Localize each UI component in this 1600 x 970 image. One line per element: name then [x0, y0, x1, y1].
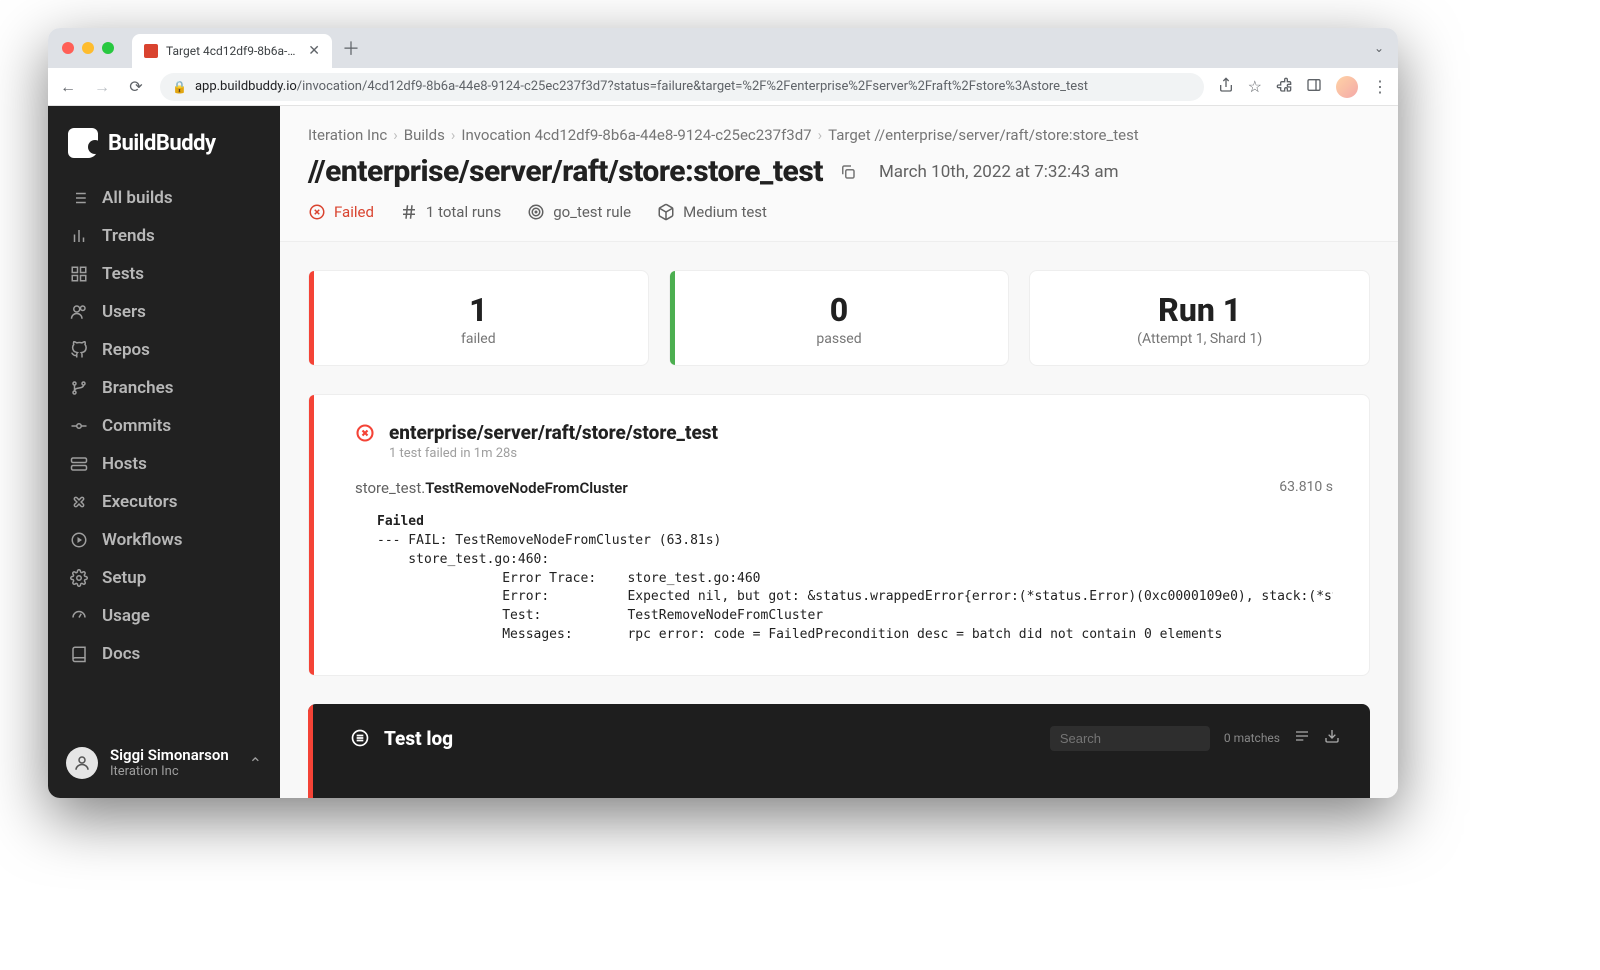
- size-meta: Medium test: [657, 203, 767, 221]
- user-org: Iteration Inc: [110, 764, 229, 780]
- download-icon[interactable]: [1324, 728, 1340, 748]
- test-duration: 63.810 s: [1279, 479, 1333, 497]
- wrap-icon[interactable]: [1294, 728, 1310, 748]
- menu-icon[interactable]: ⋮: [1372, 77, 1388, 96]
- browser-tab[interactable]: Target 4cd12df9-8b6a-44e8-… ✕: [132, 34, 332, 68]
- lock-icon: 🔒: [172, 80, 187, 94]
- browser-window: Target 4cd12df9-8b6a-44e8-… ✕ ＋ ⌄ ← → ⟳ …: [48, 28, 1398, 798]
- sidebar-item-repos[interactable]: Repos: [58, 332, 270, 368]
- target-icon: [527, 203, 545, 221]
- tab-favicon: [144, 44, 158, 58]
- hash-icon: [400, 203, 418, 221]
- logo[interactable]: BuildBuddy: [48, 106, 280, 176]
- sidebar-item-executors[interactable]: Executors: [58, 484, 270, 520]
- fail-subtitle: 1 test failed in 1m 28s: [389, 446, 718, 461]
- page-title: //enterprise/server/raft/store:store_tes…: [308, 154, 823, 189]
- traffic-lights: [62, 42, 114, 54]
- copy-icon[interactable]: [839, 163, 857, 181]
- sidebar-item-commits[interactable]: Commits: [58, 408, 270, 444]
- share-icon[interactable]: [1218, 77, 1234, 97]
- log-lines: 2022/03/10 15:32:40.455 INFgossip.go:100…: [350, 765, 1340, 798]
- list-icon: [350, 728, 370, 748]
- profile-avatar[interactable]: [1336, 76, 1358, 98]
- breadcrumb-org[interactable]: Iteration Inc: [308, 126, 387, 144]
- tab-close-icon[interactable]: ✕: [308, 43, 320, 59]
- test-name: store_test.TestRemoveNodeFromCluster: [355, 479, 628, 497]
- logo-text: BuildBuddy: [108, 131, 216, 156]
- stat-passed[interactable]: 0 passed: [669, 270, 1010, 366]
- reload-button[interactable]: ⟳: [126, 77, 146, 96]
- window-maximize-button[interactable]: [102, 42, 114, 54]
- log-title: Test log: [384, 727, 453, 750]
- sidebar-item-tests[interactable]: Tests: [58, 256, 270, 292]
- star-icon[interactable]: ☆: [1248, 77, 1262, 96]
- app: BuildBuddy All builds Trends Tests Users…: [48, 106, 1398, 798]
- fail-title: enterprise/server/raft/store/store_test: [389, 421, 718, 444]
- sidebar-item-setup[interactable]: Setup: [58, 560, 270, 596]
- status-badge: Failed: [308, 203, 374, 221]
- page-header: Iteration Inc› Builds› Invocation 4cd12d…: [280, 106, 1398, 242]
- log-matches: 0 matches: [1224, 731, 1280, 745]
- browser-toolbar: ← → ⟳ 🔒 app.buildbuddy.io/invocation/4cd…: [48, 68, 1398, 106]
- sidebar-item-workflows[interactable]: Workflows: [58, 522, 270, 558]
- url-text: app.buildbuddy.io/invocation/4cd12df9-8b…: [195, 79, 1088, 94]
- window-close-button[interactable]: [62, 42, 74, 54]
- panel-icon[interactable]: [1306, 77, 1322, 97]
- breadcrumb-target[interactable]: Target //enterprise/server/raft/store:st…: [828, 126, 1139, 144]
- stat-run[interactable]: Run 1 (Attempt 1, Shard 1): [1029, 270, 1370, 366]
- sidebar-item-trends[interactable]: Trends: [58, 218, 270, 254]
- box-icon: [657, 203, 675, 221]
- tabs-dropdown-icon[interactable]: ⌄: [1374, 41, 1384, 55]
- x-circle-icon: [308, 203, 326, 221]
- back-button[interactable]: ←: [58, 77, 78, 97]
- log-search-input[interactable]: [1050, 726, 1210, 751]
- failed-test-card: enterprise/server/raft/store/store_test …: [308, 394, 1370, 676]
- sidebar-user[interactable]: Siggi Simonarson Iteration Inc ⌃: [48, 730, 280, 798]
- new-tab-button[interactable]: ＋: [342, 35, 360, 61]
- chevron-up-icon: ⌃: [249, 754, 262, 773]
- test-log-card: Test log 0 matches 2022/03/10 15:32:40.4…: [308, 704, 1370, 798]
- rule-meta: go_test rule: [527, 203, 631, 221]
- url-input[interactable]: 🔒 app.buildbuddy.io/invocation/4cd12df9-…: [160, 73, 1204, 101]
- sidebar-item-users[interactable]: Users: [58, 294, 270, 330]
- sidebar-item-usage[interactable]: Usage: [58, 598, 270, 634]
- user-name: Siggi Simonarson: [110, 746, 229, 764]
- forward-button[interactable]: →: [92, 77, 112, 97]
- sidebar-item-hosts[interactable]: Hosts: [58, 446, 270, 482]
- user-avatar: [66, 747, 98, 779]
- test-output: Failed --- FAIL: TestRemoveNodeFromClust…: [355, 505, 1333, 645]
- sidebar-item-branches[interactable]: Branches: [58, 370, 270, 406]
- meta-row: Failed 1 total runs go_test rule Medium …: [308, 203, 1370, 221]
- stats-row: 1 failed 0 passed Run 1 (Attempt 1, Shar…: [308, 270, 1370, 366]
- nav-list: All builds Trends Tests Users Repos Bran…: [48, 176, 280, 676]
- browser-tab-bar: Target 4cd12df9-8b6a-44e8-… ✕ ＋ ⌄: [48, 28, 1398, 68]
- stat-failed[interactable]: 1 failed: [308, 270, 649, 366]
- breadcrumb-builds[interactable]: Builds: [404, 126, 445, 144]
- tab-title: Target 4cd12df9-8b6a-44e8-…: [166, 44, 300, 58]
- sidebar: BuildBuddy All builds Trends Tests Users…: [48, 106, 280, 798]
- browser-actions: ☆ ⋮: [1218, 76, 1388, 98]
- main-content: Iteration Inc› Builds› Invocation 4cd12d…: [280, 106, 1398, 798]
- breadcrumbs: Iteration Inc› Builds› Invocation 4cd12d…: [308, 126, 1370, 144]
- timestamp: March 10th, 2022 at 7:32:43 am: [879, 162, 1119, 182]
- breadcrumb-invocation[interactable]: Invocation 4cd12df9-8b6a-44e8-9124-c25ec…: [461, 126, 811, 144]
- sidebar-item-all-builds[interactable]: All builds: [58, 180, 270, 216]
- window-minimize-button[interactable]: [82, 42, 94, 54]
- x-circle-icon: [355, 423, 375, 447]
- extensions-icon[interactable]: [1276, 77, 1292, 97]
- sidebar-item-docs[interactable]: Docs: [58, 636, 270, 672]
- logo-mark: [68, 128, 98, 158]
- runs-meta: 1 total runs: [400, 203, 501, 221]
